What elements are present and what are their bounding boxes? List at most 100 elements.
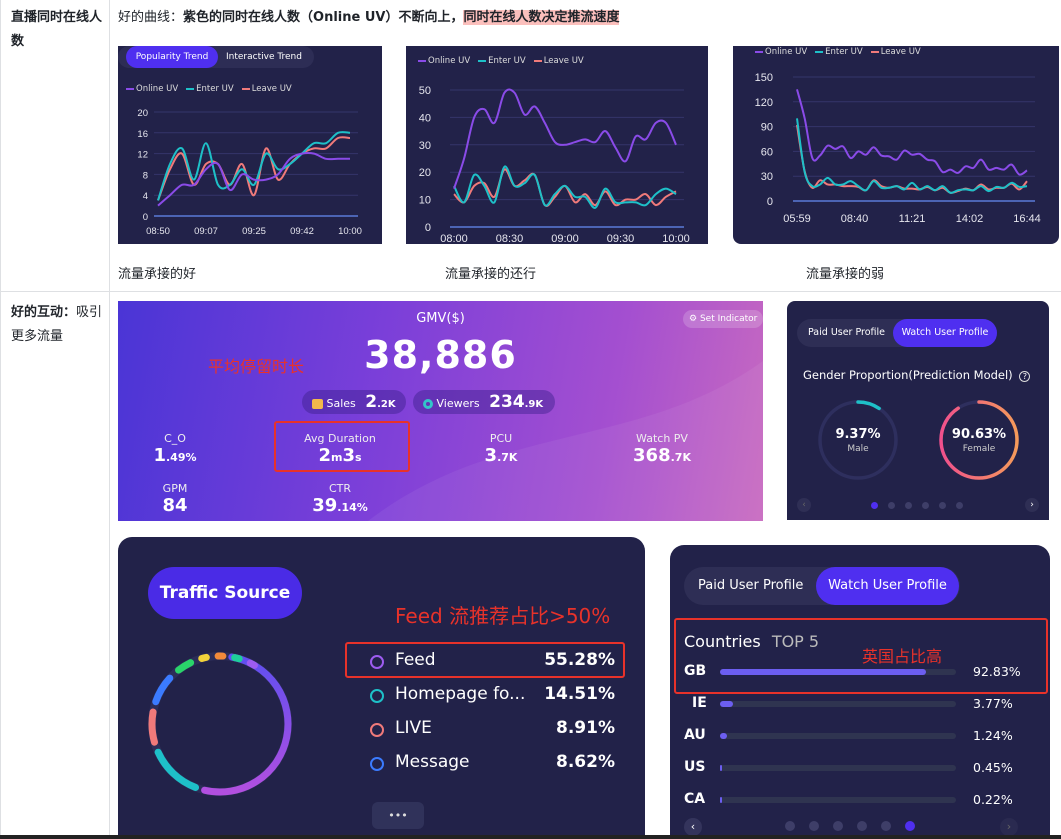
tab-watch-user-profile[interactable]: Watch User Profile	[816, 567, 959, 605]
set-indicator-button[interactable]: ⚙ Set Indicator	[683, 310, 763, 328]
countries-card: Paid User Profile Watch User Profile Cou…	[670, 545, 1050, 835]
country-bar-track	[720, 733, 956, 739]
highlight-box-feed	[345, 642, 625, 678]
traffic-label: Homepage fo...	[395, 684, 526, 704]
sales-icon	[312, 399, 323, 409]
legend-leave: Leave UV	[533, 56, 584, 66]
page-dot[interactable]	[809, 821, 819, 831]
ring-icon	[370, 757, 384, 771]
x-tick-label: 10:00	[338, 226, 362, 237]
x-tick-label: 09:25	[242, 226, 266, 237]
metric-gpm: GPM 84	[162, 482, 188, 516]
country-row: US 0.45%	[684, 759, 1044, 779]
chart-legend: Online UV Enter UV Leave UV	[755, 47, 921, 57]
sub-caption-weak: 流量承接的弱	[806, 267, 885, 282]
caption-highlight: 同时在线人数决定推流速度	[463, 10, 620, 25]
x-tick-label: 08:40	[841, 213, 869, 225]
next-page-button[interactable]: ›	[1025, 498, 1039, 512]
ring-icon	[370, 723, 384, 737]
traffic-value: 8.62%	[556, 752, 615, 772]
prev-page-button[interactable]: ‹	[684, 818, 702, 835]
page-dot[interactable]	[785, 821, 795, 831]
gender-title: Gender Proportion(Prediction Model) ?	[803, 368, 1031, 382]
tab-paid-user-profile[interactable]: Paid User Profile	[808, 319, 885, 347]
traffic-label: Message	[395, 752, 470, 772]
page-dot[interactable]	[871, 502, 878, 509]
country-bar-track	[720, 797, 956, 803]
x-tick-label: 11:21	[899, 213, 926, 225]
traffic-legend-item[interactable]: Message 8.62%	[370, 752, 615, 776]
y-tick-label: 20	[419, 167, 431, 179]
chart-trend-2: Online UV Enter UV Leave UV 0 10 20 30 40 50 0…	[406, 46, 708, 244]
help-icon[interactable]: ?	[1019, 371, 1031, 382]
legend-leave: Leave UV	[241, 84, 292, 94]
y-tick-label: 8	[143, 170, 148, 181]
gmv-card: GMV($) ⚙ Set Indicator 38,886 平均停留时长 Sal…	[118, 301, 763, 521]
next-page-button[interactable]: ›	[1000, 818, 1018, 835]
viewers-icon	[423, 399, 433, 409]
traffic-donut	[148, 652, 292, 796]
tab-paid-user-profile[interactable]: Paid User Profile	[698, 567, 803, 605]
x-tick-label: 09:07	[194, 226, 218, 237]
more-button[interactable]: •••	[372, 802, 424, 829]
gmv-title: GMV($)	[416, 311, 465, 326]
country-bar-fill	[720, 701, 733, 707]
y-tick-label: 10	[419, 195, 431, 207]
chart-legend: Online UV Enter UV Leave UV	[126, 84, 292, 94]
metric-c-o: C_O 1.49%	[153, 432, 197, 466]
page-dot[interactable]	[922, 502, 929, 509]
traffic-legend-item[interactable]: Homepage fo... 14.51%	[370, 684, 615, 708]
y-tick-label: 16	[137, 129, 148, 140]
tab-watch-user-profile[interactable]: Watch User Profile	[893, 319, 997, 347]
page-dot[interactable]	[956, 502, 963, 509]
x-tick-label: 16:44	[1013, 213, 1041, 225]
highlight-box-avg-duration	[274, 421, 410, 472]
prev-page-button[interactable]: ‹	[797, 498, 811, 512]
y-tick-label: 20	[137, 108, 148, 119]
viewers-chip: Viewers 234.9K	[413, 390, 555, 414]
page-dot[interactable]	[905, 502, 912, 509]
sales-chip: Sales 2.2K	[302, 390, 406, 414]
caption-prefix: 好的曲线：	[118, 10, 184, 25]
series-line-leave-uv	[453, 168, 677, 207]
country-bar-fill	[720, 765, 722, 771]
x-tick-label: 10:00	[662, 233, 690, 244]
tab-popularity-trend[interactable]: Popularity Trend	[126, 46, 218, 68]
tab-interactive-trend[interactable]: Interactive Trend	[226, 46, 302, 68]
page-dot[interactable]	[939, 502, 946, 509]
country-row: CA 0.22%	[684, 791, 1044, 811]
country-code: CA	[684, 791, 706, 807]
page-dot[interactable]	[888, 502, 895, 509]
country-value: 1.24%	[973, 728, 1013, 743]
gender-card: Paid User Profile Watch User Profile Gen…	[787, 301, 1049, 520]
row-header-interaction: 好的互动：吸引更多流量	[11, 305, 103, 344]
legend-online: Online UV	[755, 47, 807, 57]
country-bar-fill	[720, 733, 727, 739]
traffic-value: 14.51%	[544, 684, 615, 704]
x-tick-label: 08:00	[440, 233, 468, 244]
page-dot[interactable]	[905, 821, 915, 831]
page-dot[interactable]	[857, 821, 867, 831]
metric-watch-pv: Watch PV 368.7K	[633, 432, 691, 466]
x-tick-label: 09:00	[551, 233, 579, 244]
gear-icon: ⚙	[689, 314, 700, 324]
caption-good-curve: 好的曲线：紫色的同时在线人数（Online UV）不断向上，同时在线人数决定推流…	[118, 8, 620, 28]
traffic-legend-item[interactable]: LIVE 8.91%	[370, 718, 615, 742]
highlight-box-gb	[674, 618, 1048, 694]
donut-slice-live	[148, 708, 158, 746]
y-tick-label: 0	[143, 212, 148, 223]
traffic-source-title[interactable]: Traffic Source	[148, 567, 302, 619]
donut-slice-feed	[201, 653, 292, 796]
country-bar-track	[720, 765, 956, 771]
chart-popularity-trend: Popularity Trend Interactive Trend Onlin…	[118, 46, 382, 244]
page-dot[interactable]	[881, 821, 891, 831]
page-dot[interactable]	[833, 821, 843, 831]
legend-online: Online UV	[418, 56, 470, 66]
donut-slice-other	[175, 659, 195, 674]
line-chart-3: 0 30 60 90 120 150 05:59 08:40 11:21 14:02 16:44	[755, 72, 1041, 225]
legend-enter: Enter UV	[478, 56, 526, 66]
chart-legend: Online UV Enter UV Leave UV	[418, 56, 584, 66]
donut-slice-homepage	[154, 748, 200, 791]
annotation-avg-duration: 平均停留时长	[208, 357, 305, 376]
traffic-value: 8.91%	[556, 718, 615, 738]
